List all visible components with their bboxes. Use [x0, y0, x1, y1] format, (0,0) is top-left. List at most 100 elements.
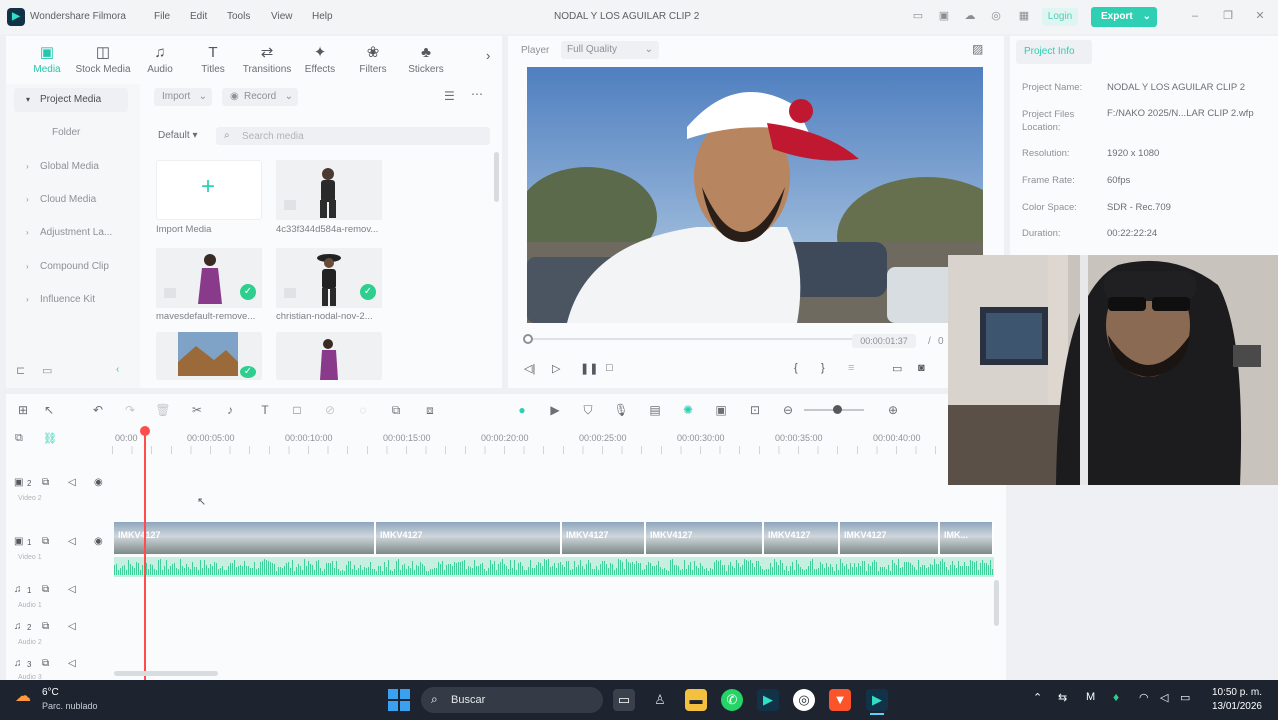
select-tool-icon[interactable]: ↖ [41, 403, 57, 417]
wifi-icon[interactable]: ◠ [1139, 691, 1149, 704]
sidebar-item-project-media[interactable]: ▾ Project Media [14, 88, 128, 112]
eye-icon[interactable]: ◉ [94, 536, 103, 547]
crop-icon[interactable]: □ [289, 403, 305, 417]
cloud-icon[interactable]: ☁ [963, 9, 977, 23]
battery-icon[interactable]: ▭ [1180, 691, 1190, 704]
tab-transitions[interactable]: ⇄ Transitions [237, 44, 297, 75]
menu-edit[interactable]: Edit [190, 11, 207, 22]
filter-icon[interactable]: ☰ [444, 89, 455, 103]
tab-project-info[interactable]: Project Info [1016, 40, 1092, 64]
chrome-icon[interactable]: ◎ [793, 689, 815, 711]
task-view-icon[interactable]: ▭ [613, 689, 635, 711]
media-scrollbar[interactable] [494, 152, 499, 202]
brave-icon[interactable]: ▼ [829, 689, 851, 711]
shield-icon[interactable]: ⛉ [580, 403, 596, 418]
previous-frame-icon[interactable]: ◁| [524, 362, 535, 375]
audio-waveform[interactable] [562, 557, 764, 577]
scrubber-track[interactable] [526, 338, 866, 340]
lock-icon[interactable]: ⧉ [42, 536, 49, 547]
taskbar-search[interactable]: ⌕ Buscar [421, 687, 603, 713]
chevron-right-icon[interactable]: › [486, 48, 490, 63]
tab-stickers[interactable]: ♣ Stickers [396, 44, 456, 75]
pause-icon[interactable]: ❚❚ [580, 362, 598, 375]
pen-icon[interactable]: ♙ [649, 689, 671, 711]
sidebar-item-cloud-media[interactable]: › Cloud Media [14, 188, 128, 212]
text-icon[interactable]: T [257, 403, 273, 417]
group-icon[interactable]: ⧈ [422, 403, 438, 418]
save-icon[interactable]: ▣ [937, 9, 951, 23]
headset-icon[interactable]: ◎ [989, 9, 1003, 23]
lock-icon[interactable]: ⧉ [42, 477, 49, 488]
video-clip[interactable]: IMKV4127 [764, 522, 840, 554]
mark-out-icon[interactable]: } [821, 362, 825, 374]
playhead-handle[interactable] [140, 426, 150, 436]
tab-effects[interactable]: ✦ Effects [290, 44, 350, 75]
video-clip[interactable]: IMKV4127 [840, 522, 940, 554]
voiceover-icon[interactable]: ▤ [647, 403, 663, 417]
pip-icon[interactable]: ▣ [713, 403, 729, 417]
weather-icon[interactable]: ☁ [15, 686, 31, 706]
color-icon[interactable]: ◌ [355, 403, 371, 417]
tab-filters[interactable]: ❀ Filters [343, 44, 403, 75]
tab-audio[interactable]: ♫ Audio [130, 44, 190, 75]
tab-stock-media[interactable]: ◫ Stock Media [73, 44, 133, 75]
new-folder-icon[interactable]: ⊏ [16, 364, 25, 377]
lock-icon[interactable]: ⧉ [42, 621, 49, 632]
audio-waveform[interactable] [764, 557, 994, 577]
menu-tools[interactable]: Tools [227, 11, 250, 22]
sidebar-item-adjustment-layer[interactable]: › Adjustment La... [14, 221, 128, 245]
menu-file[interactable]: File [154, 11, 170, 22]
redo-icon[interactable]: ↷ [122, 403, 138, 417]
login-button[interactable]: Login [1042, 8, 1078, 26]
collapse-icon[interactable]: ‹ [116, 364, 119, 375]
zoom-out-icon[interactable]: ⊖ [780, 403, 796, 417]
split-icon[interactable]: ✂ [189, 403, 205, 417]
link-icon[interactable]: ⛓ [43, 432, 57, 445]
eye-icon[interactable]: ◉ [94, 477, 103, 488]
keyframe-icon[interactable]: ⧉ [388, 403, 404, 418]
tab-titles[interactable]: T Titles [183, 44, 243, 75]
zoom-in-icon[interactable]: ⊕ [885, 403, 901, 417]
media-thumbnail[interactable] [276, 160, 382, 220]
video-clip[interactable]: IMKV4127 [562, 522, 646, 554]
render-icon[interactable]: ≡ [848, 362, 854, 374]
record-dropdown[interactable]: ◉ Record ⌄ [222, 88, 298, 106]
volume-icon[interactable]: ◁ [1160, 691, 1168, 704]
import-media-tile[interactable]: + [156, 160, 262, 220]
layout-icon[interactable]: ⊞ [15, 403, 31, 417]
microphone-icon[interactable]: 🎙 [613, 403, 629, 417]
speaker-icon[interactable]: ◁ [68, 621, 76, 632]
audio-waveform[interactable] [376, 557, 562, 577]
more-icon[interactable]: ⋯ [471, 87, 483, 101]
display-icon[interactable]: ▭ [892, 362, 902, 375]
mic-icon[interactable]: ♦ [1113, 690, 1119, 704]
lock-icon[interactable]: ⧉ [42, 658, 49, 669]
tab-media[interactable]: ▣ Media [17, 44, 77, 75]
ai-icon[interactable]: ● [514, 403, 530, 417]
stop-icon[interactable]: □ [606, 362, 613, 374]
quality-dropdown[interactable]: Full Quality ⌄ [561, 41, 659, 59]
maximize-icon[interactable]: ❐ [1221, 9, 1235, 23]
speaker-icon[interactable]: ◁ [68, 477, 76, 488]
play-icon[interactable]: ▷ [552, 362, 560, 375]
timecode-display[interactable]: 00:00:01:37 [852, 334, 916, 348]
playhead[interactable] [144, 430, 146, 680]
sort-dropdown[interactable]: Default ▾ [158, 130, 198, 141]
media-thumbnail[interactable] [276, 332, 382, 380]
video-clip[interactable]: IMK... [940, 522, 994, 554]
undo-icon[interactable]: ↶ [90, 403, 106, 417]
export-button[interactable]: Export ⌄ [1091, 7, 1157, 27]
video-clip[interactable]: IMKV4127 [376, 522, 562, 554]
menu-help[interactable]: Help [312, 11, 333, 22]
audio-icon[interactable]: ♪ [222, 403, 238, 417]
sidebar-item-compound-clip[interactable]: › Compound Clip [14, 255, 128, 279]
timeline-vscrollbar[interactable] [994, 580, 999, 626]
video-clip[interactable]: IMKV4127 [646, 522, 764, 554]
video-clip[interactable]: IMKV4127 [114, 522, 376, 554]
camera-icon[interactable]: ◙ [918, 362, 925, 374]
speaker-icon[interactable]: ◁ [68, 584, 76, 595]
whatsapp-icon[interactable]: ✆ [721, 689, 743, 711]
snap-icon[interactable]: ✺ [680, 403, 696, 417]
minimize-icon[interactable]: – [1188, 9, 1202, 23]
clock-time[interactable]: 10:50 p. m. [1208, 687, 1262, 698]
